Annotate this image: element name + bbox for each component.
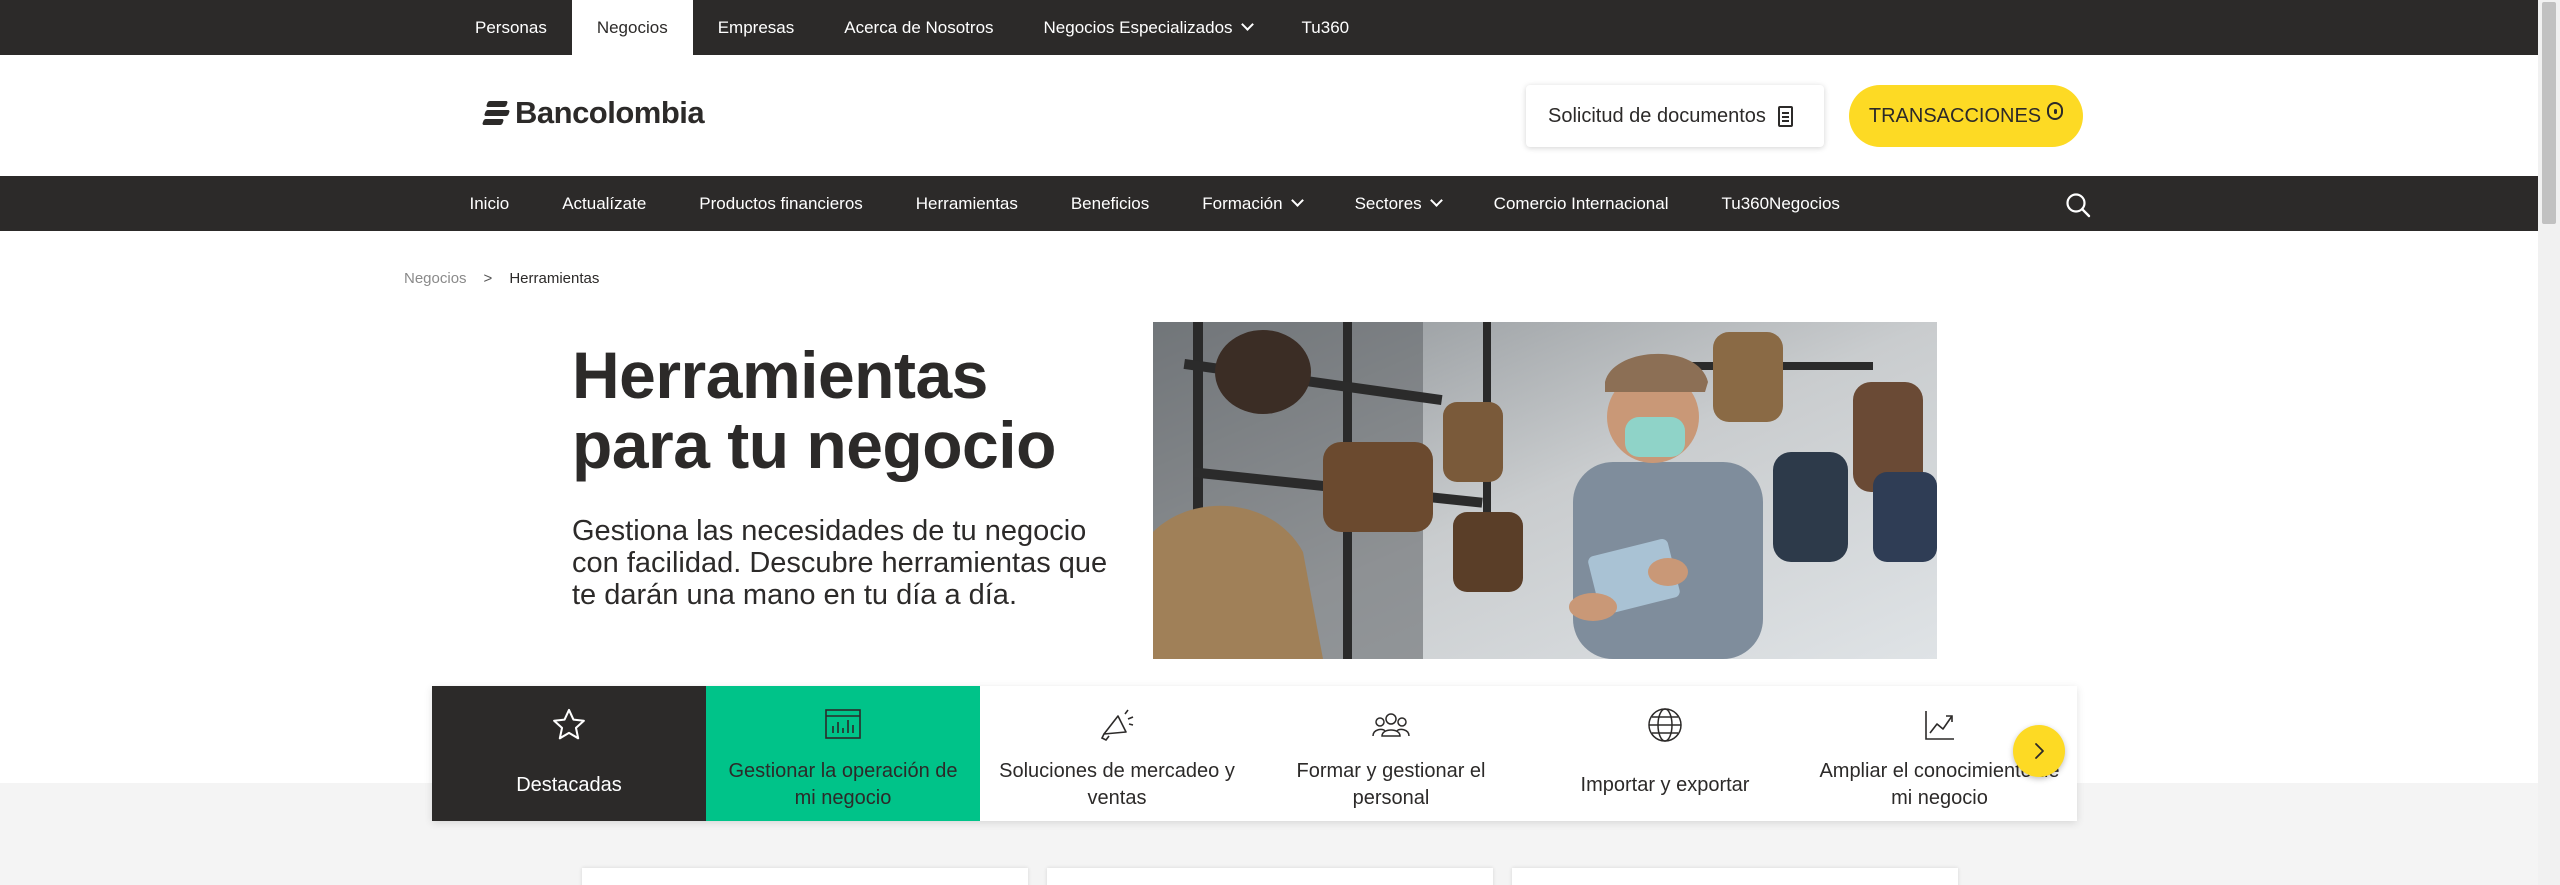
carousel-next-button[interactable] [2013, 725, 2065, 777]
breadcrumb-separator: > [483, 270, 493, 287]
category-label: Destacadas [516, 773, 622, 796]
transactions-button[interactable]: TRANSACCIONES [1849, 85, 2083, 147]
category-carousel: Destacadas Gestionar la operación de mi … [432, 686, 2077, 821]
tool-card[interactable] [1047, 868, 1493, 885]
tab-negocios-especializados[interactable]: Negocios Especializados [1019, 0, 1277, 55]
nav-item-actualizate[interactable]: Actualízate [536, 176, 673, 231]
breadcrumb: Negocios > Herramientas [404, 270, 599, 287]
page: Personas Negocios Empresas Acerca de Nos… [0, 0, 2560, 885]
nav-item-tu360negocios[interactable]: Tu360Negocios [1695, 176, 1866, 231]
search-icon[interactable] [2065, 192, 2091, 218]
megaphone-icon [1098, 705, 1136, 745]
tab-negocios[interactable]: Negocios [571, 0, 693, 55]
top-bar: Personas Negocios Empresas Acerca de Nos… [0, 0, 2538, 55]
document-icon [1777, 105, 1793, 127]
tool-card[interactable] [1512, 868, 1958, 885]
nav-item-beneficios[interactable]: Beneficios [1044, 176, 1175, 231]
globe-icon [1646, 705, 1684, 745]
site-header: Bancolombia Solicitud de documentos TRAN… [0, 55, 2538, 176]
transactions-label: TRANSACCIONES [1868, 104, 2042, 127]
category-gestionar-operacion[interactable]: Gestionar la operación de mi negocio [706, 686, 980, 821]
chevron-down-icon [1429, 194, 1443, 207]
category-importar-exportar[interactable]: Importar y exportar [1528, 686, 1802, 821]
page-scrollbar[interactable] [2538, 0, 2560, 885]
chevron-down-icon [1290, 194, 1304, 207]
tab-acerca-de-nosotros[interactable]: Acerca de Nosotros [819, 0, 1018, 55]
logo-text: Bancolombia [515, 95, 705, 130]
main-nav: Inicio Actualízate Productos financieros… [0, 176, 2538, 231]
lock-icon [2047, 102, 2064, 120]
tab-negocios-especializados-label: Negocios Especializados [1043, 17, 1233, 37]
tab-tu360[interactable]: Tu360 [1277, 0, 1375, 55]
page-title: Herramientas para tu negocio [572, 338, 1056, 482]
category-destacadas[interactable]: Destacadas [432, 686, 706, 821]
tab-empresas[interactable]: Empresas [693, 0, 820, 55]
nav-item-formacion[interactable]: Formación [1176, 176, 1328, 231]
category-label: Gestionar la operación de mi negocio [728, 760, 958, 809]
segment-tabs: Personas Negocios Empresas Acerca de Nos… [450, 0, 1374, 55]
tool-card[interactable] [582, 868, 1028, 885]
scrollbar-thumb[interactable] [2542, 2, 2556, 224]
bancolombia-logo[interactable]: Bancolombia [481, 95, 705, 131]
bancolombia-logo-icon [481, 99, 511, 127]
hero-image [1153, 322, 1937, 659]
nav-item-productos-financieros[interactable]: Productos financieros [673, 176, 889, 231]
nav-item-herramientas[interactable]: Herramientas [889, 176, 1044, 231]
cards-strip [0, 868, 2538, 885]
chart-board-icon [824, 705, 862, 745]
tab-personas[interactable]: Personas [450, 0, 572, 55]
chevron-right-icon [2035, 743, 2044, 759]
nav-item-sectores[interactable]: Sectores [1328, 176, 1467, 231]
people-icon [1371, 705, 1411, 745]
nav-item-sectores-label: Sectores [1354, 193, 1422, 213]
category-label: Formar y gestionar el personal [1296, 760, 1486, 809]
nav-item-formacion-label: Formación [1202, 193, 1283, 213]
category-mercadeo-ventas[interactable]: Soluciones de mercadeo y ventas [980, 686, 1254, 821]
trend-chart-icon [1922, 705, 1958, 745]
nav-item-inicio[interactable]: Inicio [443, 176, 536, 231]
star-icon [550, 705, 588, 745]
document-request-label: Solicitud de documentos [1548, 104, 1766, 127]
category-label: Soluciones de mercadeo y ventas [999, 760, 1235, 809]
category-label: Importar y exportar [1580, 773, 1750, 796]
breadcrumb-current: Herramientas [509, 270, 600, 287]
breadcrumb-link-negocios[interactable]: Negocios [404, 270, 467, 287]
chevron-down-icon [1240, 18, 1254, 31]
category-formar-personal[interactable]: Formar y gestionar el personal [1254, 686, 1528, 821]
document-request-button[interactable]: Solicitud de documentos [1526, 85, 1824, 147]
page-subtitle: Gestiona las necesidades de tu negocio c… [572, 515, 1108, 611]
nav-item-comercio-internacional[interactable]: Comercio Internacional [1467, 176, 1695, 231]
